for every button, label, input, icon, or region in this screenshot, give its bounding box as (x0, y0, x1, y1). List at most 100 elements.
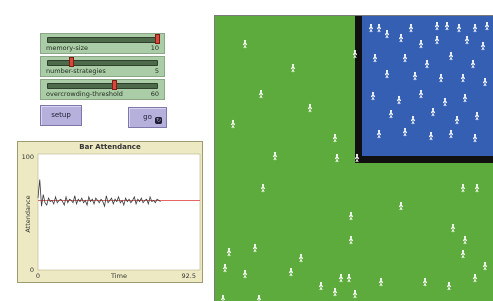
person-icon (484, 21, 490, 31)
person-icon (376, 129, 382, 139)
person-icon (354, 153, 360, 163)
y-axis-label: Attendance (24, 195, 32, 232)
person-icon (438, 73, 444, 83)
bar-attendance-plot: Bar Attendance 100 0 0 92.5 Time Attenda… (17, 141, 203, 283)
person-icon (352, 49, 358, 59)
person-icon (424, 59, 430, 69)
person-icon (480, 41, 486, 51)
person-icon (448, 129, 454, 139)
person-icon (410, 115, 416, 125)
person-icon (222, 263, 228, 273)
x-tick-min: 0 (36, 272, 40, 280)
slider-label: memory-size (46, 44, 88, 52)
person-icon (378, 277, 384, 287)
slider-memory-size[interactable]: memory-size 10 (40, 33, 165, 54)
go-button-label: go (143, 113, 152, 121)
forever-loop-icon: ↻ (155, 117, 162, 124)
person-icon (462, 235, 468, 245)
person-icon (474, 111, 480, 121)
slider-knob[interactable] (155, 34, 160, 44)
person-icon (388, 109, 394, 119)
y-tick-min: 0 (30, 266, 34, 274)
slider-value: 60 (150, 90, 159, 98)
person-icon (402, 127, 408, 137)
person-icon (396, 95, 402, 105)
person-icon (470, 59, 476, 69)
slider-overcrowding-threshold[interactable]: overcrowding-threshold 60 (40, 79, 165, 100)
person-icon (464, 35, 470, 45)
person-icon (444, 21, 450, 31)
person-icon (338, 273, 344, 283)
person-icon (256, 294, 262, 301)
person-icon (368, 23, 374, 33)
person-icon (472, 23, 478, 33)
person-icon (352, 289, 358, 299)
person-icon (408, 23, 414, 33)
person-icon (242, 39, 248, 49)
agents-layer (220, 21, 490, 301)
person-icon (384, 29, 390, 39)
person-icon (460, 73, 466, 83)
person-icon (370, 91, 376, 101)
person-icon (434, 35, 440, 45)
setup-button[interactable]: setup (40, 105, 82, 126)
person-icon (332, 133, 338, 143)
person-icon (450, 223, 456, 233)
person-icon (482, 261, 488, 271)
person-icon (332, 287, 338, 297)
plot-canvas: 100 0 0 92.5 Time Attendance (22, 153, 201, 280)
slider-value: 10 (150, 44, 159, 52)
person-icon (384, 69, 390, 79)
person-icon (442, 97, 448, 107)
person-icon (472, 133, 478, 143)
person-icon (226, 247, 232, 257)
slider-value: 5 (154, 67, 159, 75)
go-button[interactable]: go ↻ (128, 107, 167, 128)
person-icon (446, 281, 452, 291)
person-icon (290, 63, 296, 73)
person-icon (348, 211, 354, 221)
person-icon (252, 243, 258, 253)
person-icon (272, 151, 278, 161)
plot-area (37, 153, 201, 271)
person-icon (372, 53, 378, 63)
person-icon (346, 273, 352, 283)
person-icon (460, 183, 466, 193)
slider-number-strategies[interactable]: number-strategies 5 (40, 56, 165, 77)
person-icon (474, 183, 480, 193)
y-tick-max: 100 (22, 153, 34, 161)
slider-track[interactable] (47, 83, 158, 89)
person-icon (220, 294, 226, 301)
person-icon (348, 235, 354, 245)
person-icon (307, 103, 313, 113)
slider-knob[interactable] (111, 80, 117, 90)
person-icon (398, 33, 404, 43)
person-icon (376, 23, 382, 33)
person-icon (456, 23, 462, 33)
person-icon (482, 77, 488, 87)
person-icon (422, 277, 428, 287)
person-icon (460, 249, 466, 259)
person-icon (434, 21, 440, 31)
person-icon (418, 39, 424, 49)
person-icon (260, 183, 266, 193)
person-icon (454, 115, 460, 125)
x-tick-max: 92.5 (182, 272, 196, 280)
person-icon (242, 269, 248, 279)
person-icon (448, 51, 454, 61)
person-icon (412, 71, 418, 81)
person-icon (430, 107, 436, 117)
slider-track[interactable] (47, 37, 158, 43)
person-icon (334, 153, 340, 163)
person-icon (288, 267, 294, 277)
interface-panel: memory-size 10 number-strategies 5 overc… (0, 0, 210, 301)
person-icon (318, 281, 324, 291)
slider-label: number-strategies (46, 67, 106, 75)
person-icon (402, 53, 408, 63)
slider-knob[interactable] (68, 57, 74, 67)
x-axis-label: Time (110, 272, 127, 280)
person-icon (418, 89, 424, 99)
slider-track[interactable] (47, 60, 158, 66)
person-icon (398, 201, 404, 211)
person-icon (428, 131, 434, 141)
